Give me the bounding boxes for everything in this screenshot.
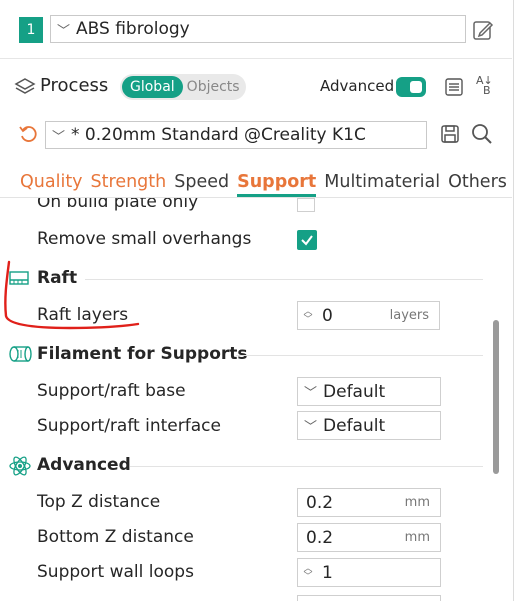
chevron-down-icon: ﹀ <box>304 420 318 435</box>
filament-name: ABS fibrology <box>76 19 190 39</box>
filament-supports-section-title: Filament for Supports <box>37 344 248 364</box>
divider <box>130 466 483 467</box>
top-z-unit: mm <box>404 495 430 510</box>
build-plate-only-checkbox[interactable] <box>297 198 315 212</box>
tab-speed[interactable]: Speed <box>174 172 229 197</box>
chevron-down-icon: ﹀ <box>304 386 318 401</box>
wall-loops-label: Support wall loops <box>37 562 194 582</box>
remove-overhangs-checkbox[interactable] <box>297 230 317 250</box>
chevron-down-icon: ﹀ <box>52 129 66 145</box>
tab-quality[interactable]: Quality <box>20 172 83 197</box>
undo-icon[interactable] <box>18 124 38 144</box>
remove-overhangs-label: Remove small overhangs <box>37 229 252 249</box>
support-interface-label: Support/raft interface <box>37 416 221 436</box>
top-z-input[interactable]: 0.2 mm <box>297 488 441 517</box>
filament-icon <box>9 346 32 362</box>
edit-icon[interactable] <box>472 19 494 41</box>
stepper-icon[interactable]: ︿ ﹀ <box>300 564 316 581</box>
scrollbar-thumb[interactable] <box>493 320 499 474</box>
divider <box>0 58 512 59</box>
chevron-down-icon: ﹀ <box>57 23 71 39</box>
divider <box>85 279 483 280</box>
divider <box>236 355 483 356</box>
global-objects-switch[interactable]: Global Objects <box>120 74 246 100</box>
compare-icon[interactable]: A↓ B <box>476 75 498 96</box>
stepper-icon[interactable]: ︿ ﹀ <box>300 307 316 324</box>
build-plate-only-label: On build plate only <box>37 198 199 212</box>
process-title: Process <box>40 75 109 96</box>
red-annotation-mark <box>4 260 140 330</box>
objects-option[interactable]: Objects <box>183 79 240 95</box>
raft-layers-unit: layers <box>389 308 429 323</box>
bottom-z-value: 0.2 <box>306 527 334 548</box>
wall-loops-input[interactable]: ︿ ﹀ 1 <box>297 558 441 587</box>
filament-index-badge: 1 <box>19 17 43 43</box>
process-preset-select[interactable]: ﹀ * 0.20mm Standard @Creality K1C <box>45 121 427 149</box>
tab-strength[interactable]: Strength <box>91 172 167 197</box>
cut-off-select[interactable] <box>297 595 441 601</box>
process-layers-icon <box>14 78 36 94</box>
advanced-section-title: Advanced <box>37 455 131 475</box>
bottom-z-unit: mm <box>404 530 430 545</box>
tab-bar: Quality Strength Speed Support Multimate… <box>20 172 515 197</box>
list-icon[interactable] <box>444 77 464 97</box>
bottom-z-label: Bottom Z distance <box>37 527 194 547</box>
global-option[interactable]: Global <box>122 76 183 98</box>
save-icon[interactable] <box>440 124 460 144</box>
atom-icon <box>9 456 31 476</box>
preset-name: * 0.20mm Standard @Creality K1C <box>71 125 366 145</box>
raft-layers-input[interactable]: ︿ ﹀ 0 layers <box>297 301 440 330</box>
support-base-label: Support/raft base <box>37 381 186 401</box>
support-interface-select[interactable]: ﹀ Default <box>297 411 441 440</box>
raft-layers-value: 0 <box>322 305 333 326</box>
support-base-value: Default <box>323 381 386 402</box>
bottom-z-input[interactable]: 0.2 mm <box>297 523 441 552</box>
advanced-label: Advanced <box>320 77 395 95</box>
top-z-label: Top Z distance <box>37 492 161 512</box>
tab-others[interactable]: Others <box>448 172 507 197</box>
panel-border <box>513 0 514 601</box>
wall-loops-value: 1 <box>322 562 333 583</box>
top-z-value: 0.2 <box>306 492 334 513</box>
support-base-select[interactable]: ﹀ Default <box>297 377 441 406</box>
advanced-toggle[interactable] <box>396 77 426 97</box>
search-icon[interactable] <box>471 123 493 145</box>
filament-select[interactable]: ﹀ ABS fibrology <box>50 15 466 43</box>
tab-multimaterial[interactable]: Multimaterial <box>324 172 440 197</box>
support-interface-value: Default <box>323 415 386 436</box>
tab-support[interactable]: Support <box>237 172 317 197</box>
